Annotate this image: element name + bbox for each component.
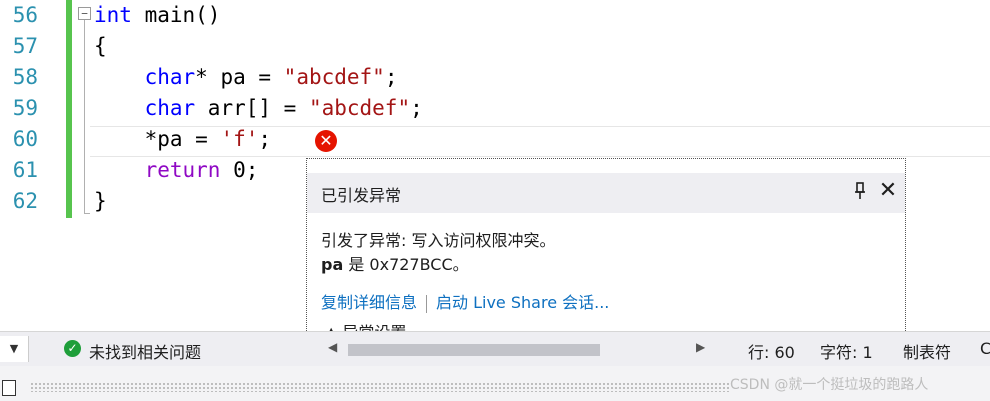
watermark: CSDN @就一个挺垃圾的跑路人	[730, 377, 929, 393]
grip-pattern	[30, 382, 730, 392]
code-token: * pa =	[195, 65, 284, 89]
tab-indicator[interactable]: 制表符	[903, 339, 951, 363]
popup-title: 已引发异常	[321, 186, 402, 205]
line-number: 56	[12, 3, 38, 27]
code-line[interactable]: 56 int main()	[0, 0, 990, 31]
exception-value: pa 是 0x727BCC。	[321, 251, 469, 275]
code-text: char arr[] = "abcdef";	[94, 93, 423, 124]
popup-header: 已引发异常 ✕	[307, 173, 905, 213]
variable-name: pa	[321, 255, 344, 274]
code-token: "abcdef"	[283, 65, 385, 89]
line-number: 57	[12, 34, 38, 58]
code-token: ;	[410, 96, 423, 120]
code-token: 'f'	[220, 127, 259, 151]
code-token: arr[] =	[195, 96, 309, 120]
code-token: char	[144, 96, 196, 120]
check-icon: ✓	[64, 340, 81, 357]
code-text: return 0;	[94, 155, 259, 186]
code-token: return	[144, 158, 221, 182]
exception-settings-toggle[interactable]: ▲ 异常设置	[325, 319, 406, 331]
code-token: main()	[131, 3, 221, 27]
code-text: {	[94, 31, 107, 62]
status-bar: ▼ ✓ 未找到相关问题 ◀ ▶ 行: 60 字符: 1 制表符 C	[0, 331, 990, 366]
code-token: ;	[384, 65, 398, 89]
panel-window-icon[interactable]	[2, 380, 16, 396]
popup-links: 复制详细信息 启动 Live Share 会话...	[321, 289, 609, 313]
code-text: int main()	[94, 0, 220, 31]
error-icon[interactable]: ✕	[315, 130, 337, 152]
scroll-thumb[interactable]	[348, 344, 600, 356]
code-text: }	[94, 186, 107, 217]
variable-value: 是 0x727BCC。	[343, 255, 469, 274]
code-text: char* pa = "abcdef";	[94, 62, 398, 93]
dropdown-arrow-icon[interactable]: ▼	[0, 336, 29, 362]
code-text: *pa = 'f';	[94, 124, 271, 155]
code-token: 0;	[220, 158, 259, 182]
issues-status[interactable]: 未找到相关问题	[89, 339, 201, 363]
output-panel-strip: CSDN @就一个挺垃圾的跑路人	[0, 366, 990, 401]
scroll-left-icon[interactable]: ◀	[328, 340, 337, 354]
line-number: 62	[12, 189, 38, 213]
code-token: int	[94, 3, 132, 27]
code-token: {	[94, 34, 107, 58]
line-number: 59	[12, 96, 38, 120]
link-separator	[426, 294, 428, 313]
line-indicator[interactable]: 行: 60	[748, 339, 795, 363]
code-token: "abcdef"	[308, 96, 411, 120]
exception-message: 引发了异常: 写入访问权限冲突。	[321, 231, 556, 250]
pin-icon[interactable]	[853, 182, 867, 202]
code-token: *pa =	[94, 127, 221, 151]
code-line[interactable]: 58 char* pa = "abcdef";	[0, 62, 990, 93]
close-icon[interactable]: ✕	[877, 178, 899, 204]
encoding-indicator[interactable]: C	[980, 339, 990, 358]
scroll-right-icon[interactable]: ▶	[696, 340, 705, 354]
code-token: char	[144, 65, 196, 89]
code-line[interactable]: 59 char arr[] = "abcdef";	[0, 93, 990, 124]
line-number: 58	[12, 65, 38, 89]
copy-details-link[interactable]: 复制详细信息	[321, 293, 417, 312]
horizontal-scrollbar[interactable]: ◀ ▶	[326, 340, 714, 358]
code-token: }	[94, 189, 107, 213]
code-line[interactable]: 57 {	[0, 31, 990, 62]
char-indicator[interactable]: 字符: 1	[820, 339, 873, 363]
code-line[interactable]: 60 *pa = 'f';	[0, 124, 990, 155]
line-number: 61	[12, 158, 38, 182]
code-token: ;	[258, 127, 272, 151]
live-share-link[interactable]: 启动 Live Share 会话...	[436, 293, 609, 312]
line-number: 60	[12, 127, 38, 151]
